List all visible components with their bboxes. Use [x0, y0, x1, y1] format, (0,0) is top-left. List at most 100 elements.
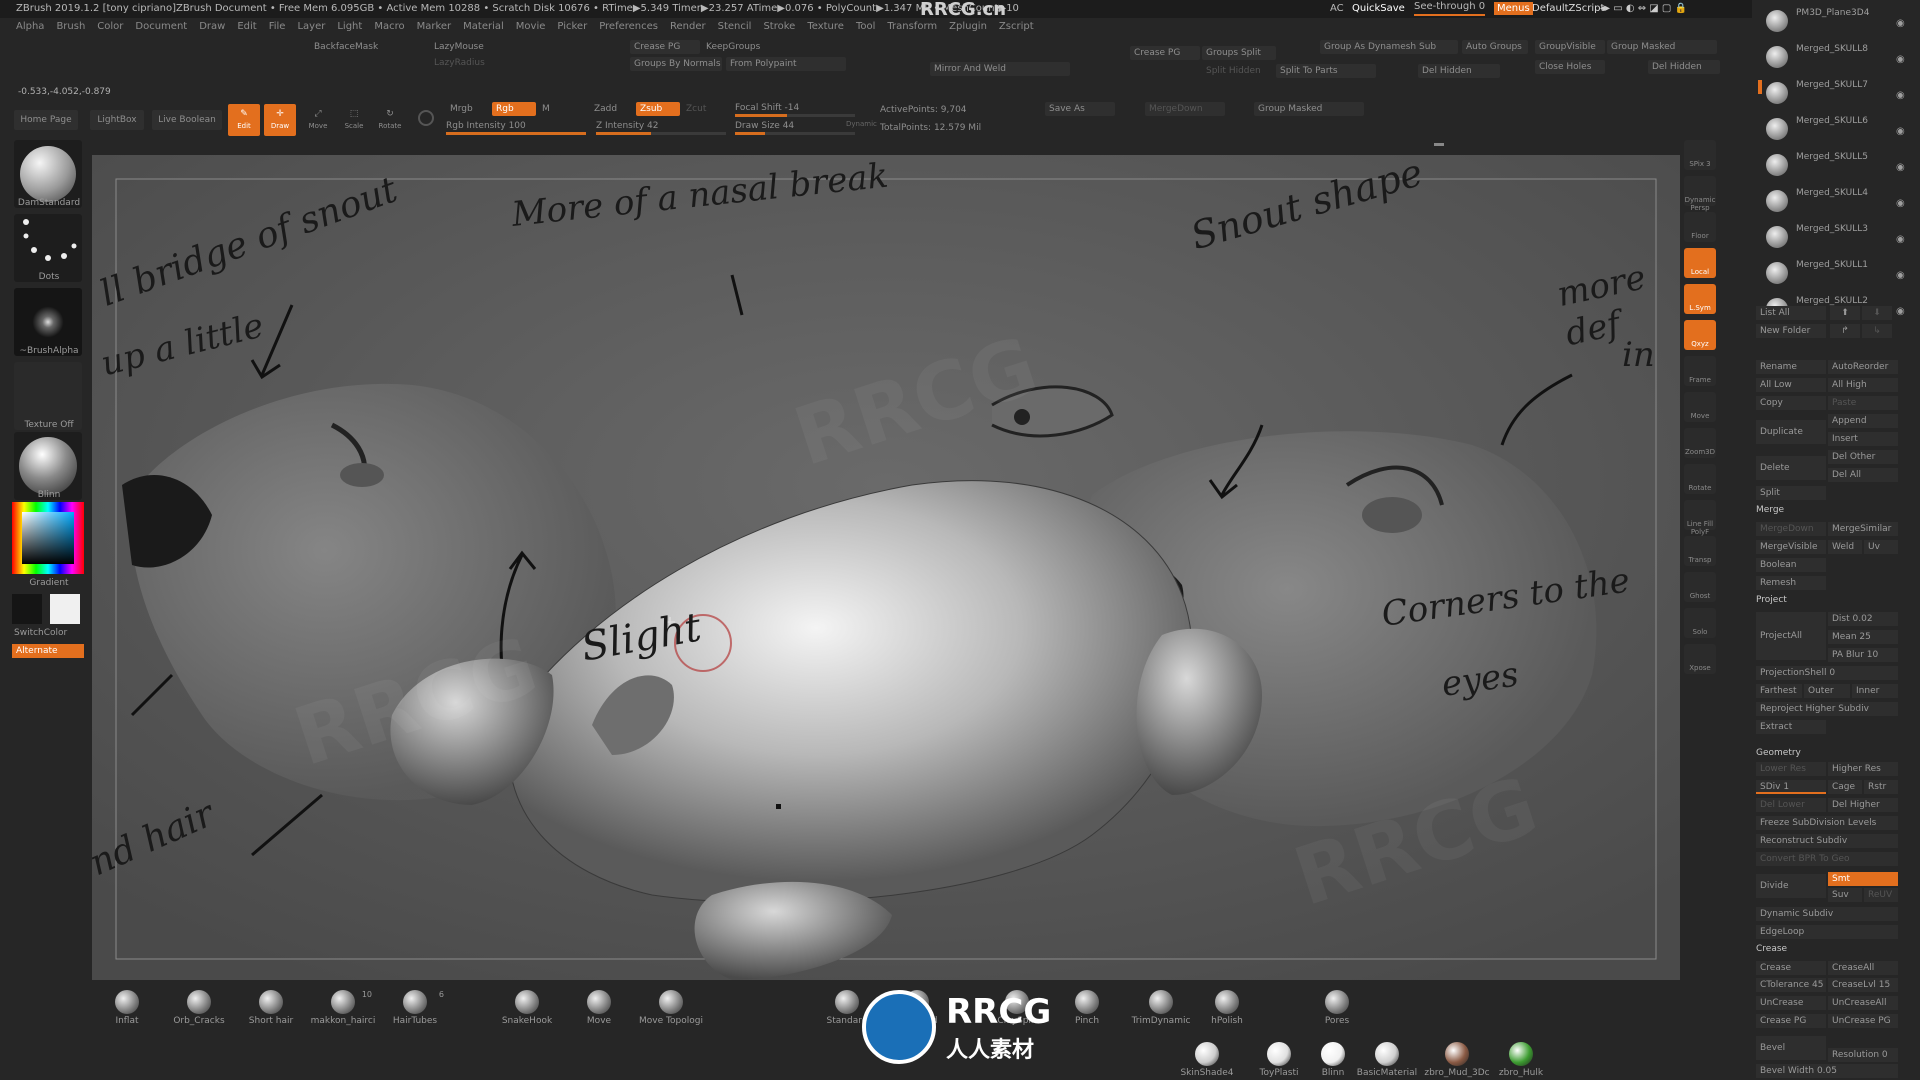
- right-shelf-frame-button[interactable]: Frame: [1684, 356, 1716, 386]
- visibility-eye-icon[interactable]: ◉: [1896, 18, 1905, 29]
- menu-tool[interactable]: Tool: [856, 21, 875, 32]
- material-slot[interactable]: zbro_Hulk: [1486, 1042, 1556, 1078]
- remesh-button[interactable]: Remesh: [1756, 576, 1826, 590]
- subtool-scroll-marker[interactable]: [1758, 80, 1762, 94]
- paste-button[interactable]: Paste: [1828, 396, 1898, 410]
- geometry-section[interactable]: Geometry: [1756, 748, 1801, 758]
- menus-toggle[interactable]: Menus: [1494, 2, 1533, 15]
- dist-slider[interactable]: Dist 0.02: [1828, 612, 1898, 626]
- menu-file[interactable]: File: [269, 21, 286, 32]
- focal-shift-label[interactable]: Focal Shift -14: [735, 102, 799, 114]
- color-picker-hue-ring[interactable]: [12, 502, 84, 574]
- mergedown-button[interactable]: MergeDown: [1145, 102, 1225, 116]
- subtool-item[interactable]: Merged_SKULL7 ◉: [1762, 76, 1912, 106]
- brush-slot[interactable]: makkon_hairci 10: [308, 990, 378, 1026]
- save-as-button[interactable]: Save As: [1045, 102, 1115, 116]
- material-slot[interactable]: BasicMaterial: [1352, 1042, 1422, 1078]
- uv-button[interactable]: Uv: [1864, 540, 1898, 554]
- divide-button[interactable]: Divide: [1756, 874, 1826, 898]
- visibility-eye-icon[interactable]: ◉: [1896, 126, 1905, 137]
- brush-slot[interactable]: Orb_Cracks: [164, 990, 234, 1026]
- brush-slot[interactable]: Move: [564, 990, 634, 1026]
- outer-button[interactable]: Outer: [1804, 684, 1850, 698]
- mergedown-panel-button[interactable]: MergeDown: [1756, 522, 1826, 536]
- reconstruct-subdiv-button[interactable]: Reconstruct Subdiv: [1756, 834, 1898, 848]
- resolution-slider[interactable]: Resolution 0: [1828, 1048, 1898, 1062]
- primary-color-swatch[interactable]: [12, 594, 42, 624]
- rename-button[interactable]: Rename: [1756, 360, 1826, 374]
- lazymouse-button[interactable]: LazyMouse: [430, 40, 488, 54]
- zcut-button[interactable]: Zcut: [682, 102, 710, 116]
- inner-button[interactable]: Inner: [1852, 684, 1898, 698]
- menu-layer[interactable]: Layer: [297, 21, 325, 32]
- menu-stroke[interactable]: Stroke: [763, 21, 795, 32]
- menu-document[interactable]: Document: [135, 21, 187, 32]
- alternate-button[interactable]: Alternate: [12, 644, 84, 658]
- bevel-button[interactable]: Bevel: [1756, 1036, 1826, 1060]
- move-up-icon[interactable]: ↱: [1830, 324, 1860, 338]
- right-shelf-line-fill-polyf-button[interactable]: Line Fill PolyF: [1684, 500, 1716, 536]
- menu-color[interactable]: Color: [97, 21, 123, 32]
- convert-bpr-button[interactable]: Convert BPR To Geo: [1756, 852, 1898, 866]
- dynamic-toggle[interactable]: Dynamic: [846, 118, 877, 130]
- focal-shift-slider[interactable]: [735, 114, 855, 117]
- menu-texture[interactable]: Texture: [807, 21, 844, 32]
- home-page-button[interactable]: Home Page: [14, 110, 78, 130]
- right-shelf-xpose-button[interactable]: Xpose: [1684, 644, 1716, 674]
- right-shelf-l-sym-button[interactable]: L.Sym: [1684, 284, 1716, 314]
- insert-button[interactable]: Insert: [1828, 432, 1898, 446]
- mergevisible-button[interactable]: MergeVisible: [1756, 540, 1826, 554]
- menu-movie[interactable]: Movie: [516, 21, 546, 32]
- mergesimilar-button[interactable]: MergeSimilar: [1828, 522, 1898, 536]
- brush-slot[interactable]: SnakeHook: [492, 990, 562, 1026]
- autoreorder-button[interactable]: AutoReorder: [1828, 360, 1898, 374]
- scale-mode-button[interactable]: ⬚ Scale: [338, 104, 370, 136]
- menu-picker[interactable]: Picker: [557, 21, 587, 32]
- group-visible-button[interactable]: GroupVisible: [1535, 40, 1605, 54]
- right-shelf-dynamic-persp-button[interactable]: Dynamic Persp: [1684, 176, 1716, 212]
- bevel-width-slider[interactable]: Bevel Width 0.05: [1756, 1064, 1898, 1078]
- zadd-button[interactable]: Zadd: [590, 102, 621, 116]
- edit-mode-button[interactable]: ✎ Edit: [228, 104, 260, 136]
- brush-slot[interactable]: Inflat: [92, 990, 162, 1026]
- uncreaseall-button[interactable]: UnCreaseAll: [1828, 996, 1898, 1010]
- rgb-intensity-label[interactable]: Rgb Intensity 100: [446, 120, 526, 132]
- z-intensity-slider[interactable]: [596, 132, 726, 135]
- right-shelf-zoom3d-button[interactable]: Zoom3D: [1684, 428, 1716, 458]
- boolean-button[interactable]: Boolean: [1756, 558, 1826, 572]
- subtool-item[interactable]: Merged_SKULL6 ◉: [1762, 112, 1912, 142]
- brush-slot[interactable]: Move Topologi: [636, 990, 706, 1026]
- pa-blur-slider[interactable]: PA Blur 10: [1828, 648, 1898, 662]
- menu-marker[interactable]: Marker: [417, 21, 452, 32]
- right-shelf-qxyz-button[interactable]: Qxyz: [1684, 320, 1716, 350]
- creaselvl-slider[interactable]: CreaseLvl 15: [1828, 978, 1898, 992]
- draw-size-label[interactable]: Draw Size 44: [735, 120, 794, 132]
- visibility-eye-icon[interactable]: ◉: [1896, 54, 1905, 65]
- dynamic-subdiv-button[interactable]: Dynamic Subdiv: [1756, 907, 1898, 921]
- draw-size-slider[interactable]: [735, 132, 855, 135]
- lower-res-button[interactable]: Lower Res: [1756, 762, 1826, 776]
- reuv-toggle[interactable]: ReUV: [1864, 888, 1898, 902]
- crease-pg-panel-button[interactable]: Crease PG: [1756, 1014, 1826, 1028]
- groups-split-button[interactable]: Groups Split: [1202, 46, 1276, 60]
- right-shelf-spix-3-button[interactable]: SPix 3: [1684, 140, 1716, 170]
- crease-pg-button[interactable]: Crease PG: [630, 40, 700, 54]
- rgb-button[interactable]: Rgb: [492, 102, 536, 116]
- default-zscript[interactable]: DefaultZScript: [1532, 0, 1604, 18]
- groups-by-normals-button[interactable]: Groups By Normals: [630, 57, 722, 71]
- visibility-eye-icon[interactable]: ◉: [1896, 162, 1905, 173]
- crease-button[interactable]: Crease: [1756, 961, 1826, 975]
- window-controls-icon[interactable]: ◂▸ ▭ ◐ ⇔ ◪ ▢ 🔒: [1600, 0, 1687, 18]
- visibility-eye-icon[interactable]: ◉: [1896, 234, 1905, 245]
- projection-shell-slider[interactable]: ProjectionShell 0: [1756, 666, 1898, 680]
- smt-toggle[interactable]: Smt: [1828, 872, 1898, 886]
- subtool-item[interactable]: Merged_SKULL4 ◉: [1762, 184, 1912, 214]
- arrow-up-icon[interactable]: ⬆: [1830, 306, 1860, 320]
- close-holes-button[interactable]: Close Holes: [1535, 60, 1605, 74]
- del-all-button[interactable]: Del All: [1828, 468, 1898, 482]
- backface-mask-button[interactable]: BackfaceMask: [310, 40, 382, 54]
- freeze-subdiv-button[interactable]: Freeze SubDivision Levels: [1756, 816, 1898, 830]
- rotate-mode-button[interactable]: ↻ Rotate: [374, 104, 406, 136]
- z-intensity-label[interactable]: Z Intensity 42: [596, 120, 659, 132]
- del-other-button[interactable]: Del Other: [1828, 450, 1898, 464]
